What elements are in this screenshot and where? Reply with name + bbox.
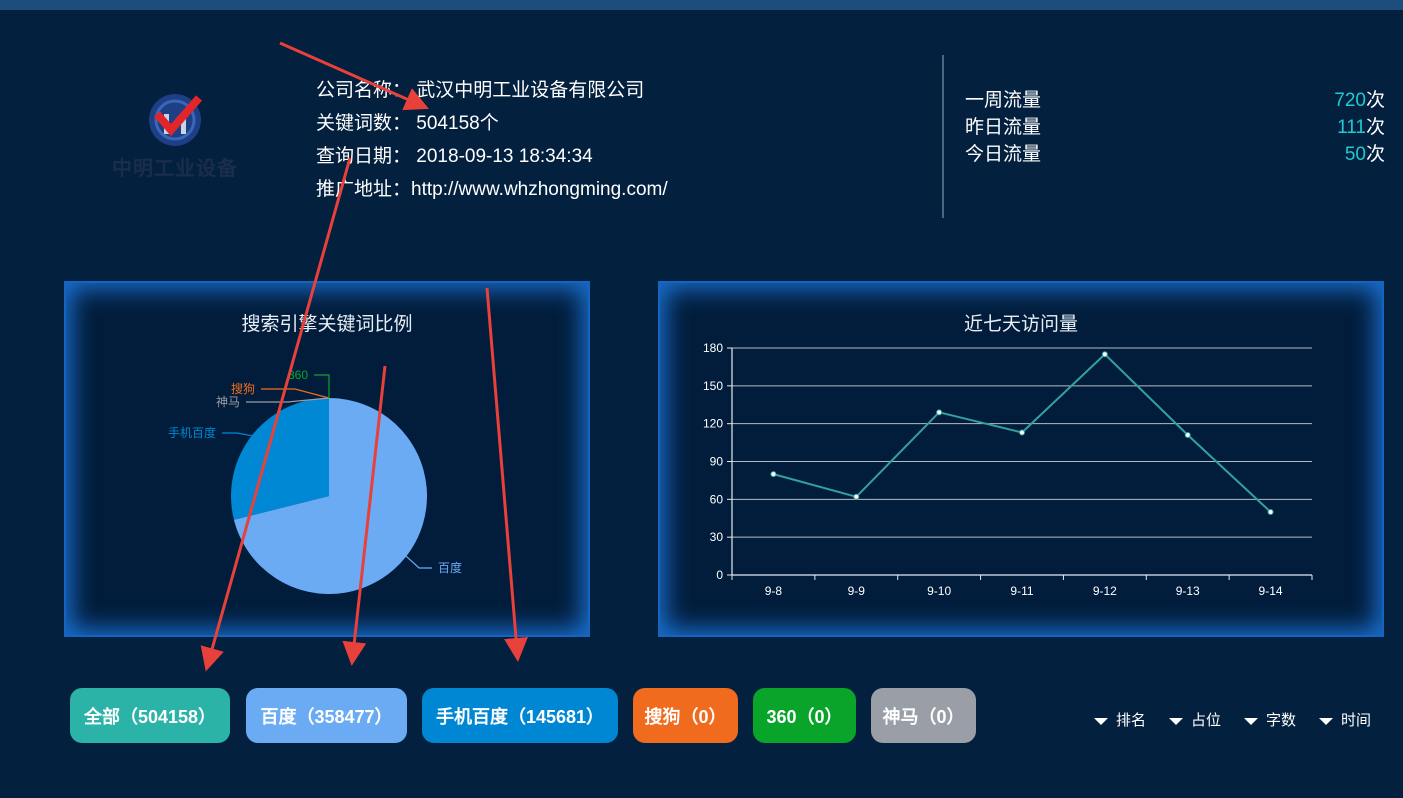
today-traffic-label: 今日流量 (965, 144, 1042, 165)
x-tick-label: 9-13 (1176, 584, 1200, 598)
line-chart: 0 30 60 90 120 150 180 9-8 9-9 9-10 9-11 9-12 9-13 9-… (703, 341, 1313, 598)
y-tick-label: 60 (710, 492, 724, 506)
sort-time[interactable]: 时间 (1319, 709, 1371, 730)
line-point[interactable] (770, 471, 777, 478)
logo-text: 中明工业设备 (112, 158, 238, 180)
pie-slice-label: 搜狗 (231, 381, 255, 396)
y-tick-label: 0 (716, 568, 723, 582)
filter-shenma-button[interactable]: 神马（0） (871, 688, 976, 743)
keyword-count-row: 关键词数： 504158个 (316, 107, 668, 140)
sort-rank[interactable]: 排名 (1094, 709, 1146, 730)
promo-url-label: 推广地址： (316, 179, 412, 200)
x-tick-label: 9-11 (1010, 584, 1033, 598)
caret-down-icon (1169, 718, 1183, 725)
line-point[interactable] (1267, 508, 1274, 515)
sort-length-label: 字数 (1266, 712, 1297, 729)
promo-url-value[interactable]: http://www.whzhongming.com/ (411, 179, 668, 200)
today-traffic-value: 50 (1344, 144, 1366, 165)
caret-down-icon (1094, 718, 1108, 725)
weekly-traffic-value: 720 (1334, 90, 1366, 111)
pie-slice-label: 360 (288, 368, 308, 382)
keyword-count-label: 关键词数： (316, 113, 412, 134)
x-tick-label: 9-12 (1093, 584, 1117, 598)
line-point[interactable] (1019, 429, 1025, 436)
yesterday-traffic-row: 昨日流量 111次 (965, 114, 1385, 141)
pie-slice-label: 神马 (216, 395, 240, 409)
y-tick-label: 90 (710, 455, 724, 469)
caret-down-icon (1244, 718, 1258, 725)
y-tick-label: 30 (710, 530, 724, 544)
y-tick-label: 120 (703, 417, 723, 431)
pie-leader-line (222, 432, 252, 437)
filter-baidu-button[interactable]: 百度（358477） (246, 688, 407, 743)
yesterday-traffic-value: 111 (1337, 117, 1366, 138)
line-chart-panel: 近七天访问量 0 30 60 90 120 150 180 9-8 9-9 9-10 9-11 9-1… (658, 281, 1384, 637)
y-tick-label: 150 (703, 379, 723, 393)
filter-all-button[interactable]: 全部（504158） (70, 688, 230, 743)
filter-sogou-button[interactable]: 搜狗（0） (633, 688, 738, 743)
traffic-stats: 一周流量 720次 昨日流量 111次 今日流量 50次 (965, 87, 1385, 168)
promo-url-row: 推广地址：http://www.whzhongming.com/ (316, 173, 668, 206)
query-date-row: 查询日期： 2018-09-13 18:34:34 (316, 140, 668, 173)
filter-360-button[interactable]: 360（0） (753, 688, 856, 743)
vertical-divider (942, 55, 944, 218)
filter-mobile-baidu-button[interactable]: 手机百度（145681） (422, 688, 618, 743)
weekly-traffic-label: 一周流量 (965, 90, 1042, 111)
yesterday-traffic-label: 昨日流量 (965, 117, 1042, 138)
logo-emblem-icon (149, 94, 203, 146)
caret-down-icon (1319, 718, 1333, 725)
query-date-value: 2018-09-13 18:34:34 (416, 146, 593, 167)
pie-chart-panel: 搜索引擎关键词比例 百度 手机百度 神马 搜狗 360 (64, 281, 590, 637)
pie-slice-label: 手机百度 (168, 425, 216, 440)
company-name-value: 武汉中明工业设备有限公司 (416, 80, 645, 101)
sort-position-label: 占位 (1191, 712, 1222, 729)
line-point[interactable] (936, 409, 943, 416)
pie-leader-line (405, 555, 432, 569)
x-tick-label: 9-14 (1259, 584, 1283, 598)
yesterday-traffic-unit: 次 (1365, 117, 1385, 138)
line-point[interactable] (853, 493, 860, 500)
company-name-label: 公司名称： (316, 80, 412, 101)
company-logo: 中明工业设备 (95, 92, 255, 182)
keyword-count-value: 504158个 (416, 113, 499, 134)
today-traffic-unit: 次 (1365, 144, 1385, 165)
sort-length[interactable]: 字数 (1244, 709, 1296, 730)
sort-rank-label: 排名 (1116, 712, 1147, 729)
pie-leader-line (261, 388, 330, 399)
y-tick-label: 180 (703, 341, 723, 355)
x-tick-label: 9-8 (765, 584, 783, 598)
weekly-traffic-unit: 次 (1365, 90, 1385, 111)
weekly-traffic-row: 一周流量 720次 (965, 87, 1385, 114)
company-info: 公司名称： 武汉中明工业设备有限公司 关键词数： 504158个 查询日期： 2… (316, 74, 668, 206)
sort-position[interactable]: 占位 (1169, 709, 1221, 730)
pie-chart: 百度 手机百度 神马搜狗 360 (168, 368, 462, 594)
sort-time-label: 时间 (1341, 712, 1372, 729)
x-tick-label: 9-9 (848, 584, 866, 598)
pie-slice-label: 百度 (438, 560, 462, 575)
line-point[interactable] (1101, 351, 1108, 358)
x-tick-label: 9-10 (927, 584, 951, 598)
line-point[interactable] (1184, 432, 1191, 439)
top-bar (0, 0, 1403, 10)
company-name-row: 公司名称： 武汉中明工业设备有限公司 (316, 74, 668, 107)
today-traffic-row: 今日流量 50次 (965, 141, 1385, 168)
query-date-label: 查询日期： (316, 146, 412, 167)
